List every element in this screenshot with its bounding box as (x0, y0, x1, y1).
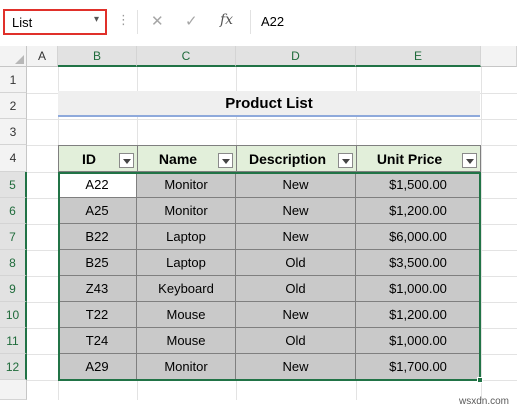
column-header-f[interactable] (481, 46, 517, 67)
data-cell[interactable]: T22 (58, 302, 137, 328)
header-label-name: Name (158, 151, 198, 167)
data-cell[interactable]: Laptop (137, 250, 236, 276)
row-header-13[interactable] (0, 380, 27, 400)
name-box-dropdown-icon[interactable]: ▾ (94, 14, 99, 25)
fill-handle[interactable] (477, 377, 483, 383)
data-cell[interactable]: Monitor (137, 198, 236, 224)
data-cell[interactable]: Monitor (137, 172, 236, 198)
data-cell[interactable]: $1,000.00 (356, 276, 481, 302)
grid-line (481, 67, 482, 400)
row-header-12[interactable]: 12 (0, 354, 27, 380)
data-cell-active[interactable]: A22 (58, 172, 137, 198)
header-cell-id[interactable]: ID (58, 145, 138, 172)
grid-line (27, 119, 517, 120)
formula-bar-area: List ▾ ⋮ ✕ ✓ fx A22 (0, 0, 517, 44)
data-cell[interactable]: Mouse (137, 328, 236, 354)
grid-line (27, 380, 517, 381)
row-header-9[interactable]: 9 (0, 276, 27, 302)
data-cell[interactable]: $1,500.00 (356, 172, 481, 198)
data-cell[interactable]: Z43 (58, 276, 137, 302)
formula-input-value: A22 (261, 14, 285, 29)
data-cell[interactable]: Keyboard (137, 276, 236, 302)
data-cell[interactable]: Monitor (137, 354, 236, 380)
data-cell[interactable]: Old (236, 328, 356, 354)
header-label-unit-price: Unit Price (376, 151, 443, 167)
data-cell[interactable]: $1,200.00 (356, 302, 481, 328)
row-header-5[interactable]: 5 (0, 172, 27, 198)
data-cell[interactable]: Mouse (137, 302, 236, 328)
select-all-corner[interactable] (0, 46, 27, 67)
more-options-icon[interactable]: ⋮ (117, 12, 130, 28)
row-header-6[interactable]: 6 (0, 198, 27, 224)
data-cell[interactable]: T24 (58, 328, 137, 354)
row-header-2[interactable]: 2 (0, 93, 27, 119)
filter-dropdown-icon[interactable] (119, 153, 134, 168)
name-box-value: List (12, 15, 33, 30)
row-header-1[interactable]: 1 (0, 67, 27, 93)
data-cell[interactable]: New (236, 172, 356, 198)
data-cell[interactable]: B25 (58, 250, 137, 276)
check-icon[interactable]: ✓ (185, 12, 198, 30)
data-cell[interactable]: Old (236, 276, 356, 302)
row-header-7[interactable]: 7 (0, 224, 27, 250)
column-header-b[interactable]: B (58, 46, 137, 67)
row-header-4[interactable]: 4 (0, 145, 27, 172)
row-header-11[interactable]: 11 (0, 328, 27, 354)
data-cell[interactable]: B22 (58, 224, 137, 250)
data-cell[interactable]: New (236, 302, 356, 328)
data-cell[interactable]: Old (236, 250, 356, 276)
watermark: wsxdn.com (458, 396, 509, 407)
row-header-10[interactable]: 10 (0, 302, 27, 328)
header-label-description: Description (248, 151, 326, 167)
cancel-icon[interactable]: ✕ (151, 12, 164, 30)
data-cell[interactable]: New (236, 198, 356, 224)
select-all-icon (15, 55, 24, 64)
header-label-id: ID (82, 151, 96, 167)
data-cell[interactable]: $3,500.00 (356, 250, 481, 276)
data-cell[interactable]: $1,200.00 (356, 198, 481, 224)
header-cell-description[interactable]: Description (236, 145, 357, 172)
header-cell-unit-price[interactable]: Unit Price (356, 145, 481, 172)
data-cell[interactable]: New (236, 224, 356, 250)
title-cell[interactable]: Product List (58, 91, 480, 117)
filter-dropdown-icon[interactable] (218, 153, 233, 168)
insert-function-icon[interactable]: fx (220, 12, 233, 28)
page-title: Product List (225, 95, 313, 112)
column-header-d[interactable]: D (236, 46, 356, 67)
column-header-a[interactable]: A (27, 46, 58, 67)
filter-dropdown-icon[interactable] (462, 153, 477, 168)
data-cell[interactable]: $1,700.00 (356, 354, 481, 380)
data-cell[interactable]: A29 (58, 354, 137, 380)
data-cell[interactable]: New (236, 354, 356, 380)
column-header-c[interactable]: C (137, 46, 236, 67)
data-cell[interactable]: A25 (58, 198, 137, 224)
data-cell[interactable]: Laptop (137, 224, 236, 250)
formula-bar-buttons: ✕ ✓ fx (137, 10, 247, 34)
formula-input[interactable]: A22 (250, 10, 517, 34)
row-header-3[interactable]: 3 (0, 119, 27, 145)
data-cell[interactable]: $1,000.00 (356, 328, 481, 354)
header-cell-name[interactable]: Name (137, 145, 237, 172)
name-box[interactable]: List ▾ (3, 9, 107, 35)
row-header-8[interactable]: 8 (0, 250, 27, 276)
data-cell[interactable]: $6,000.00 (356, 224, 481, 250)
filter-dropdown-icon[interactable] (338, 153, 353, 168)
column-header-e[interactable]: E (356, 46, 481, 67)
